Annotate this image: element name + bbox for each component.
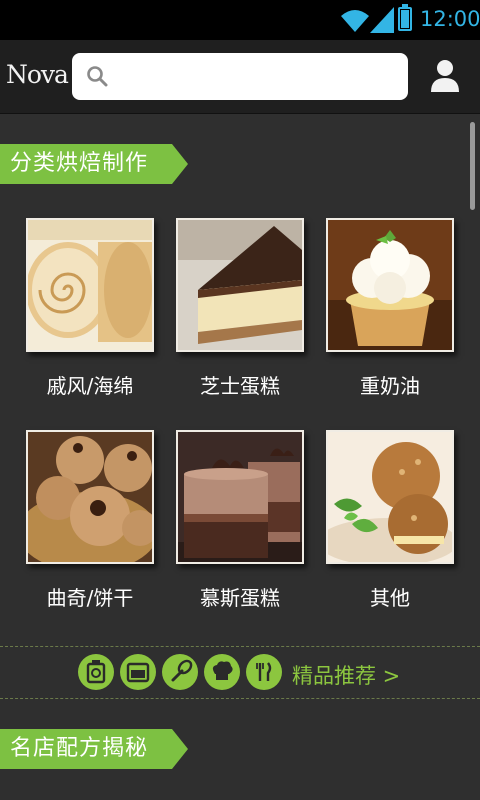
clock: 12:00 xyxy=(420,7,480,31)
app-logo: Nova xyxy=(6,60,69,89)
category-image xyxy=(326,430,454,564)
scale-icon[interactable] xyxy=(78,654,114,690)
category-cheesecake[interactable]: 芝士蛋糕 xyxy=(176,218,308,398)
category-image xyxy=(176,430,304,564)
category-label: 芝士蛋糕 xyxy=(200,374,280,398)
user-icon[interactable] xyxy=(428,58,462,94)
app-header: Nova xyxy=(0,40,480,114)
chef-hat-icon[interactable] xyxy=(204,654,240,690)
oven-icon[interactable] xyxy=(120,654,156,690)
category-image xyxy=(176,218,304,352)
category-cupcake[interactable]: 重奶油 xyxy=(326,218,458,398)
category-label: 曲奇/饼干 xyxy=(46,586,134,610)
category-swiss-roll[interactable]: 戚风/海绵 xyxy=(26,218,158,398)
main-content: 分类烘焙制作 戚风/海绵 芝士蛋糕 重奶油 曲奇/饼干 慕斯蛋糕 其他 精品推荐… xyxy=(0,114,480,800)
section-title-categories: 分类烘焙制作 xyxy=(0,144,188,184)
search-box[interactable] xyxy=(72,53,408,100)
search-icon xyxy=(87,66,108,87)
wifi-icon xyxy=(341,10,369,32)
status-bar: 12:00 xyxy=(0,0,480,40)
category-image xyxy=(26,430,154,564)
category-label: 戚风/海绵 xyxy=(46,374,134,398)
recommend-link[interactable]: 精品推荐 > xyxy=(292,660,400,690)
search-input[interactable] xyxy=(116,61,396,91)
category-image xyxy=(26,218,154,352)
battery-icon xyxy=(398,4,412,31)
category-cream-puff[interactable]: 其他 xyxy=(326,430,458,610)
category-label: 其他 xyxy=(370,586,410,610)
scrollbar[interactable] xyxy=(470,122,475,210)
category-label: 慕斯蛋糕 xyxy=(200,586,280,610)
category-cookies[interactable]: 曲奇/饼干 xyxy=(26,430,158,610)
category-image xyxy=(326,218,454,352)
quick-links-bar: 精品推荐 > xyxy=(0,646,480,698)
section-title-recipes: 名店配方揭秘 xyxy=(0,729,188,769)
utensils-icon[interactable] xyxy=(246,654,282,690)
category-label: 重奶油 xyxy=(360,374,420,398)
signal-icon xyxy=(370,7,394,33)
divider xyxy=(0,698,480,699)
category-mousse[interactable]: 慕斯蛋糕 xyxy=(176,430,308,610)
whisk-icon[interactable] xyxy=(162,654,198,690)
